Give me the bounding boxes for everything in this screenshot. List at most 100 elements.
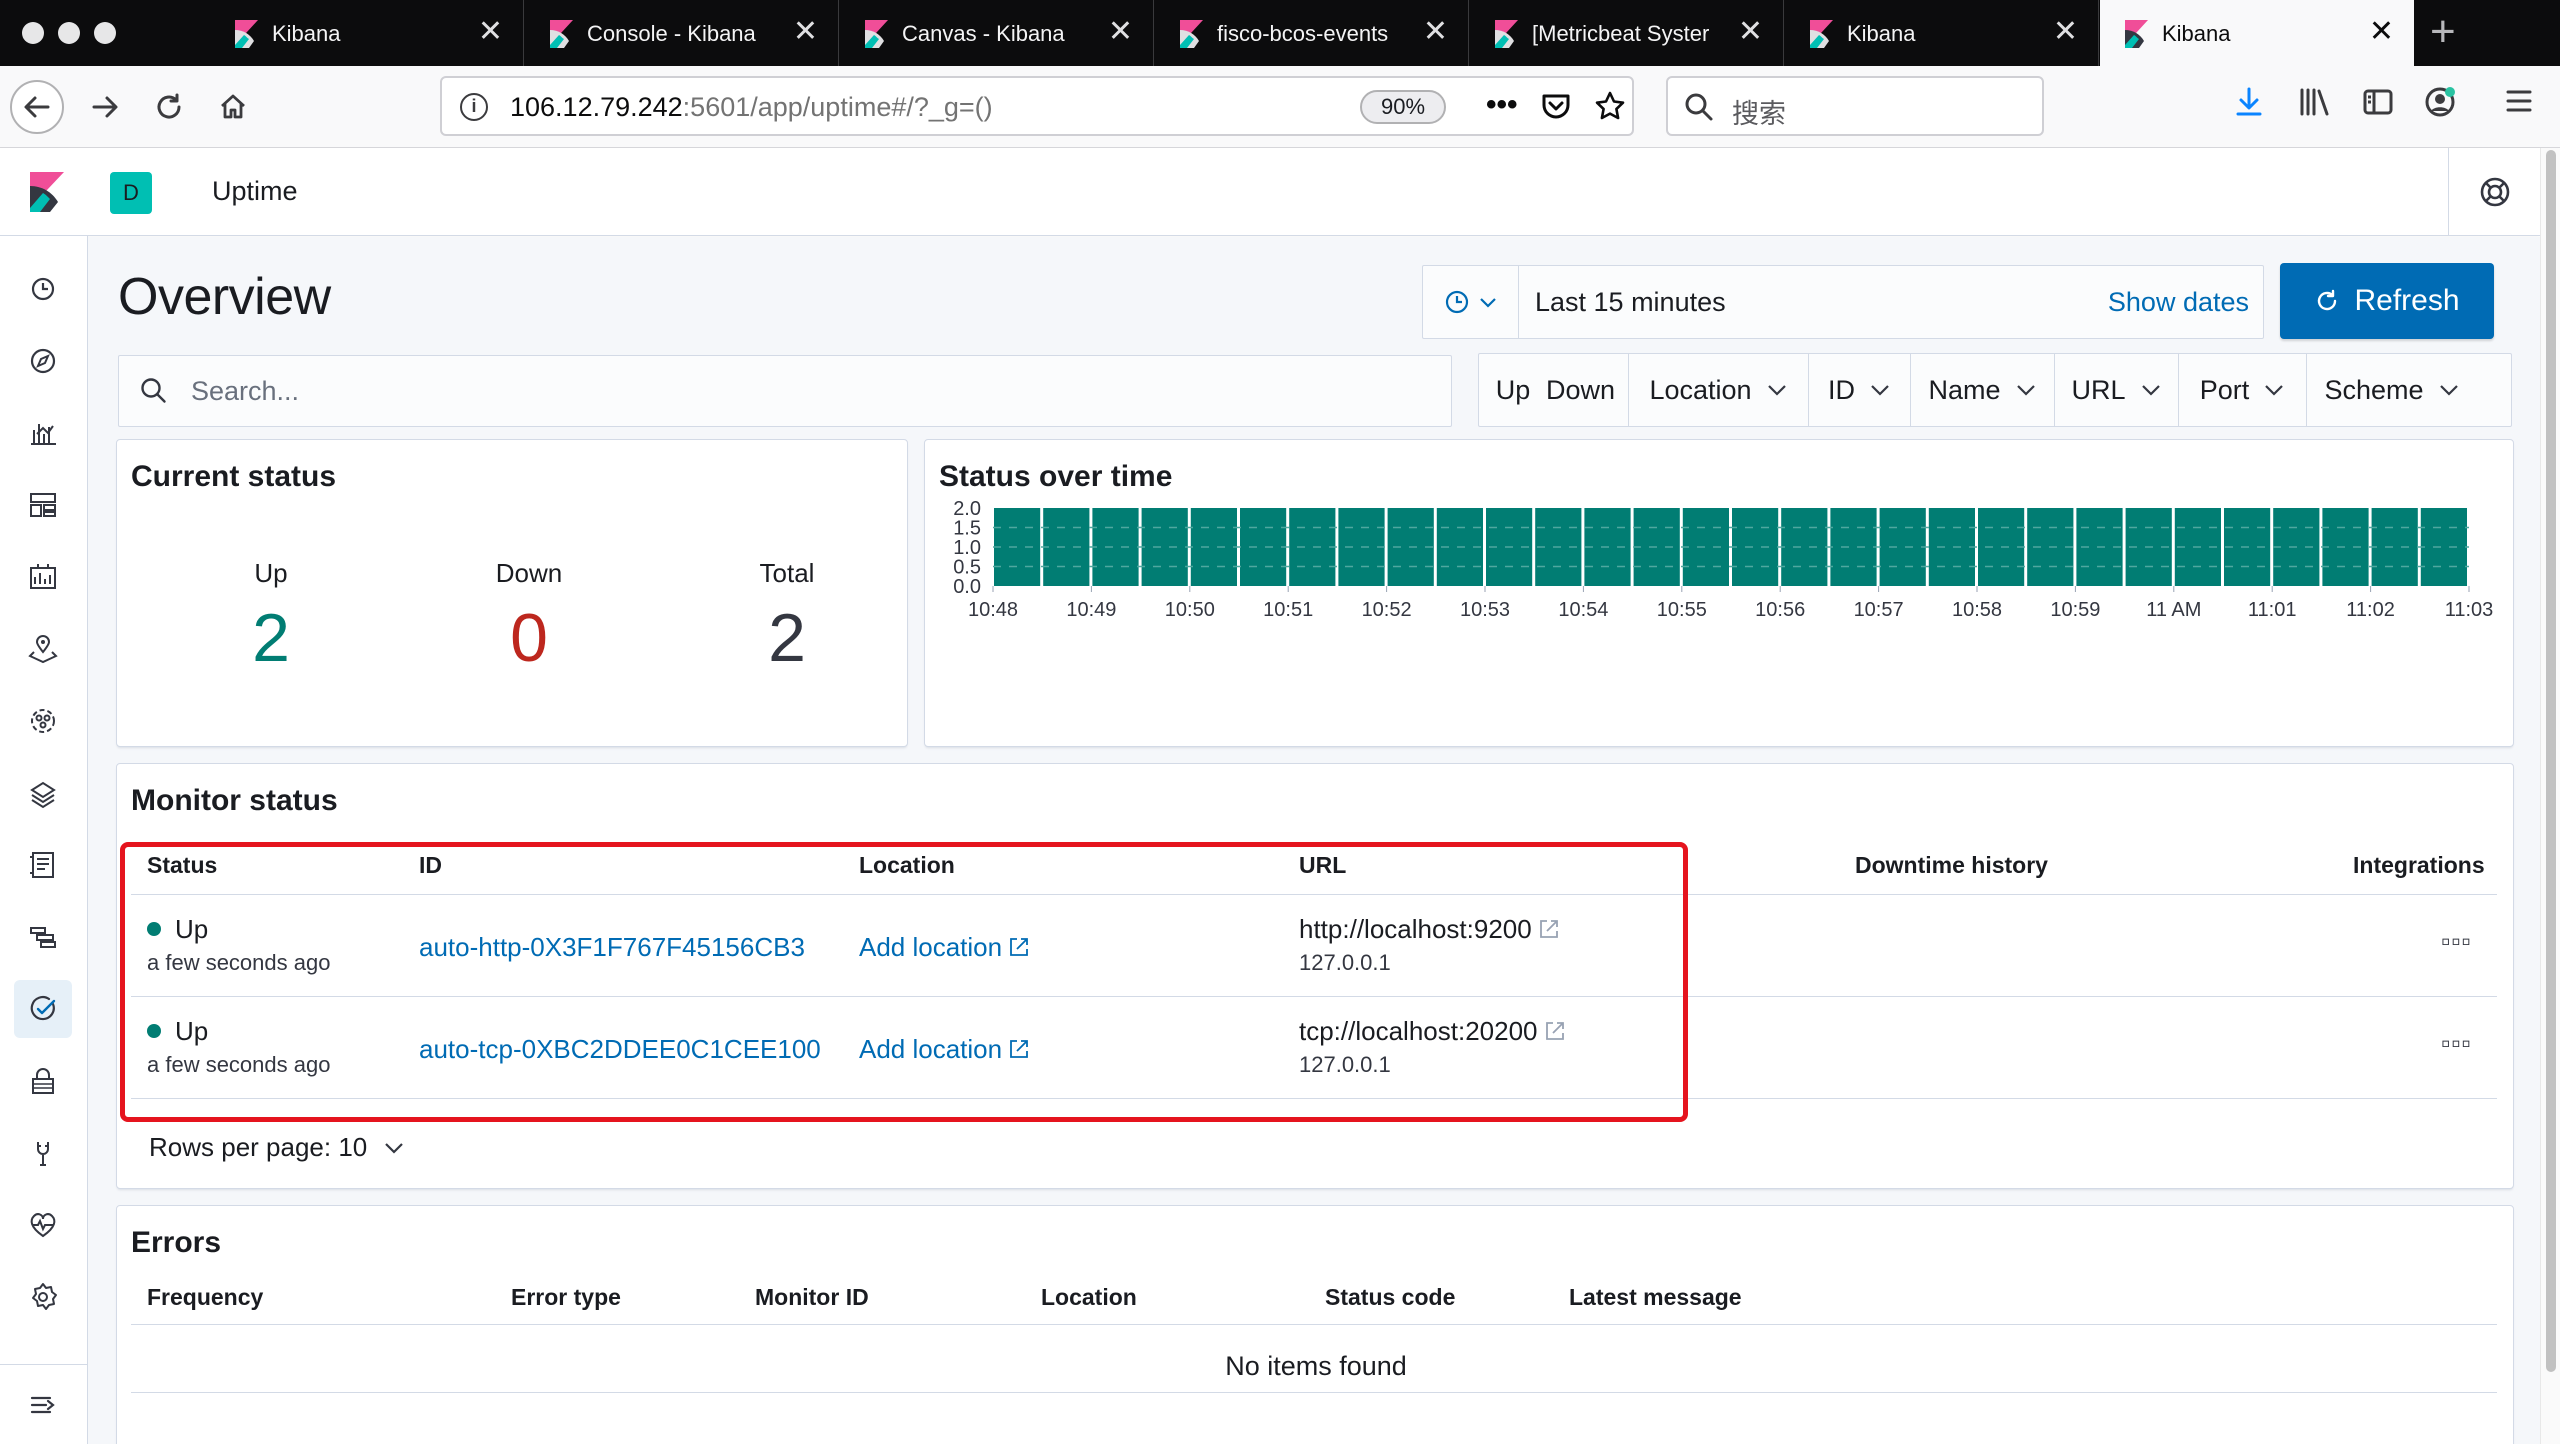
library-icon[interactable] bbox=[2298, 86, 2332, 126]
nav-monitoring[interactable] bbox=[14, 1196, 72, 1254]
stat-total-label: Total bbox=[759, 558, 815, 588]
nav-dashboard[interactable] bbox=[14, 476, 72, 534]
status-bar bbox=[1141, 508, 1188, 586]
filter-scheme[interactable]: Scheme bbox=[2307, 354, 2477, 426]
status-bar bbox=[2371, 508, 2418, 586]
reload-button[interactable] bbox=[142, 80, 196, 134]
nav-visualize[interactable] bbox=[14, 404, 72, 462]
nav-infrastructure[interactable] bbox=[14, 764, 72, 822]
nav-dev-tools[interactable] bbox=[14, 1124, 72, 1182]
account-icon[interactable] bbox=[2424, 86, 2456, 126]
nav-management[interactable] bbox=[14, 1268, 72, 1326]
nav-uptime[interactable] bbox=[14, 980, 72, 1038]
browser-tab[interactable]: Console - Kibana ✕ bbox=[525, 0, 839, 66]
browser-tab[interactable]: Kibana ✕ bbox=[210, 0, 524, 66]
nav-siem[interactable] bbox=[14, 1052, 72, 1110]
back-button[interactable] bbox=[10, 80, 64, 134]
filter-location[interactable]: Location bbox=[1629, 354, 1809, 426]
downloads-icon[interactable] bbox=[2234, 86, 2264, 126]
browser-tab[interactable]: Kibana ✕ bbox=[2100, 0, 2414, 66]
err-col-monitor-id[interactable]: Monitor ID bbox=[755, 1284, 869, 1311]
status-bar bbox=[1289, 508, 1336, 586]
tab-close-icon[interactable]: ✕ bbox=[1423, 14, 1448, 50]
help-menu-button[interactable] bbox=[2448, 148, 2540, 236]
window-minimize-button[interactable] bbox=[58, 22, 80, 44]
tab-close-icon[interactable]: ✕ bbox=[793, 14, 818, 50]
rows-per-page-selector[interactable]: Rows per page: 10 bbox=[149, 1132, 405, 1163]
tab-close-icon[interactable]: ✕ bbox=[478, 14, 503, 50]
err-col-frequency[interactable]: Frequency bbox=[147, 1284, 263, 1311]
browser-tab[interactable]: Kibana ✕ bbox=[1785, 0, 2099, 66]
browser-tab[interactable]: fisco-bcos-events ✕ bbox=[1155, 0, 1469, 66]
site-info-icon[interactable]: i bbox=[460, 93, 488, 121]
window-zoom-button[interactable] bbox=[94, 22, 116, 44]
browser-tab[interactable]: [Metricbeat Syster ✕ bbox=[1470, 0, 1784, 66]
tab-close-icon[interactable]: ✕ bbox=[2053, 14, 2078, 50]
err-col-location[interactable]: Location bbox=[1041, 1284, 1137, 1311]
time-range-text[interactable]: Last 15 minutes bbox=[1535, 287, 1726, 318]
kibana-favicon-icon bbox=[1180, 20, 1203, 48]
stat-down-value: 0 bbox=[510, 600, 548, 676]
refresh-button[interactable]: Refresh bbox=[2280, 263, 2494, 339]
hamburger-menu-icon[interactable] bbox=[2504, 86, 2534, 124]
quick-select-button[interactable] bbox=[1423, 266, 1519, 338]
search-input[interactable]: Search... bbox=[118, 355, 1452, 427]
zoom-level-badge[interactable]: 90% bbox=[1360, 90, 1446, 124]
row1-integrations-more-icon[interactable]: ▫▫▫ bbox=[2441, 926, 2472, 957]
col-downtime-history: Downtime history bbox=[1855, 852, 2048, 878]
pocket-icon[interactable] bbox=[1540, 90, 1572, 130]
nav-apm[interactable] bbox=[14, 908, 72, 966]
err-col-latest-message[interactable]: Latest message bbox=[1569, 1284, 1742, 1311]
stat-total-value: 2 bbox=[768, 600, 806, 676]
filter-up[interactable]: Up bbox=[1479, 354, 1533, 426]
current-status-title: Current status bbox=[131, 460, 337, 493]
nav-machine-learning[interactable] bbox=[14, 692, 72, 750]
nav-maps[interactable] bbox=[14, 620, 72, 678]
nav-canvas[interactable] bbox=[14, 548, 72, 606]
page-scrollbar-thumb[interactable] bbox=[2546, 150, 2556, 1372]
status-bar bbox=[1092, 508, 1139, 586]
home-button[interactable] bbox=[206, 80, 260, 134]
filter-id[interactable]: ID bbox=[1809, 354, 1911, 426]
x-tick-label: 11 AM bbox=[2146, 599, 2201, 621]
show-dates-link[interactable]: Show dates bbox=[2108, 287, 2249, 318]
url-bar[interactable]: i 106.12.79.242:5601/app/uptime#/?_g=() … bbox=[440, 76, 1634, 136]
nav-collapse-button[interactable] bbox=[0, 1364, 88, 1444]
forward-button[interactable] bbox=[78, 80, 132, 134]
page-actions-icon[interactable]: ••• bbox=[1486, 88, 1518, 122]
status-bar bbox=[1732, 508, 1779, 586]
err-col-status-code[interactable]: Status code bbox=[1325, 1284, 1455, 1311]
monitor-status-title: Monitor status bbox=[131, 784, 338, 817]
x-tick-label: 10:55 bbox=[1657, 599, 1707, 621]
new-tab-button[interactable]: + bbox=[2430, 8, 2456, 56]
status-bar bbox=[1928, 508, 1975, 586]
tab-close-icon[interactable]: ✕ bbox=[2369, 14, 2394, 50]
row2-integrations-more-icon[interactable]: ▫▫▫ bbox=[2441, 1028, 2472, 1059]
kibana-logo-icon[interactable] bbox=[26, 172, 66, 212]
status-bar bbox=[2322, 508, 2369, 586]
logs-icon bbox=[30, 852, 54, 878]
chevron-down-icon bbox=[1767, 385, 1786, 396]
filter-name[interactable]: Name bbox=[1911, 354, 2055, 426]
nav-discover[interactable] bbox=[14, 332, 72, 390]
filter-url[interactable]: URL bbox=[2055, 354, 2179, 426]
url-text[interactable]: 106.12.79.242:5601/app/uptime#/?_g=() bbox=[510, 92, 993, 123]
side-navigation bbox=[0, 236, 88, 1444]
window-close-button[interactable] bbox=[22, 22, 44, 44]
sidebar-icon[interactable] bbox=[2362, 86, 2394, 126]
tab-close-icon[interactable]: ✕ bbox=[1738, 14, 1763, 50]
chevron-down-icon bbox=[2141, 385, 2160, 396]
filter-port[interactable]: Port bbox=[2179, 354, 2307, 426]
nav-recently-viewed[interactable] bbox=[14, 260, 72, 318]
filter-down[interactable]: Down bbox=[1533, 354, 1629, 426]
browser-tab[interactable]: Canvas - Kibana ✕ bbox=[840, 0, 1154, 66]
bookmark-star-icon[interactable] bbox=[1594, 90, 1626, 130]
infrastructure-icon bbox=[30, 781, 56, 809]
nav-logs[interactable] bbox=[14, 836, 72, 894]
space-avatar[interactable]: D bbox=[110, 172, 152, 214]
browser-search-box[interactable]: 搜索 bbox=[1666, 76, 2044, 136]
err-col-error-type[interactable]: Error type bbox=[511, 1284, 621, 1311]
kibana-favicon-icon bbox=[865, 20, 888, 48]
x-tick-label: 10:51 bbox=[1263, 599, 1313, 621]
tab-close-icon[interactable]: ✕ bbox=[1108, 14, 1133, 50]
